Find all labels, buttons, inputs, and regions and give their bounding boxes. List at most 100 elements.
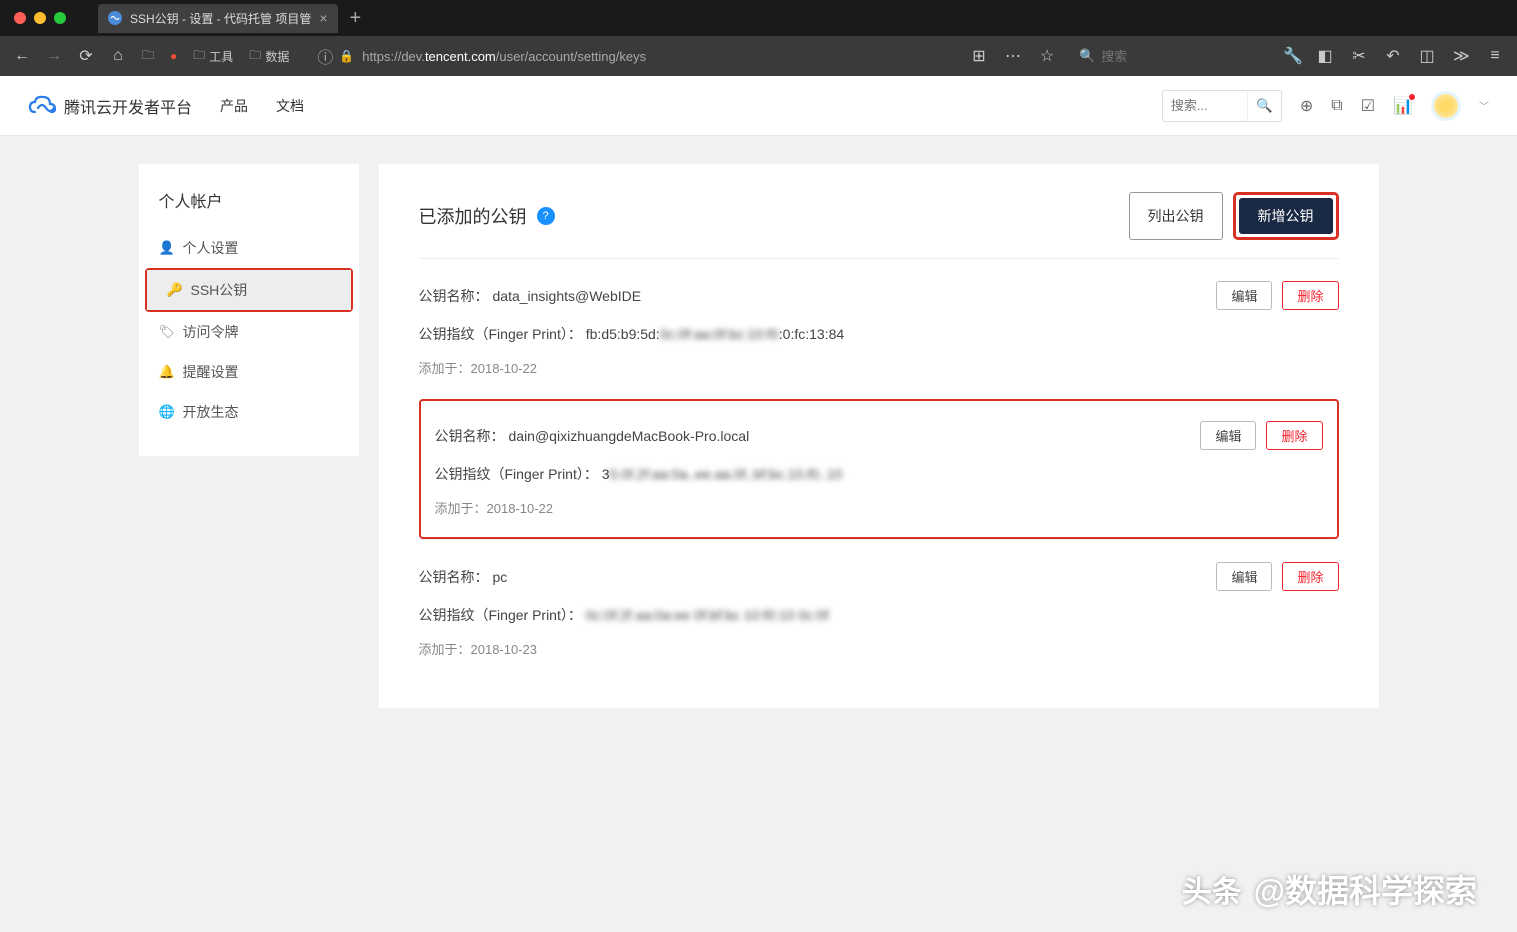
more-icon[interactable]: ⋯ <box>1001 42 1025 70</box>
page: 腾讯云开发者平台 产品 文档 🔍 ⊕ ⧉ ☑ 📊 ﹀ 个人帐户 👤 个人设置 <box>0 76 1517 932</box>
sidebar-item-label: 提醒设置 <box>183 362 239 382</box>
menu-icon[interactable]: ≡ <box>1483 43 1507 69</box>
globe-icon: 🌐 <box>159 404 173 420</box>
bookmark-data[interactable]: 🗀数据 <box>245 44 293 69</box>
chevron-down-icon[interactable]: ﹀ <box>1479 98 1489 113</box>
key-fingerprint: 公钥指纹（Finger Print）： fb:d5:b9:5d:0c:0f:aa… <box>419 324 1339 344</box>
highlight-add: 新增公钥 <box>1233 192 1339 240</box>
undo-icon[interactable]: ↶ <box>1381 42 1405 70</box>
logo-icon <box>28 94 56 118</box>
back-button[interactable]: ← <box>10 43 34 69</box>
maximize-window-button[interactable] <box>54 12 66 24</box>
sidebar-item-open[interactable]: 🌐 开放生态 <box>139 392 359 432</box>
close-tab-icon[interactable]: × <box>319 10 327 26</box>
info-icon[interactable]: ⓘ <box>317 44 333 68</box>
sidebar-item-label: SSH公钥 <box>191 280 248 300</box>
help-icon[interactable]: ? <box>537 207 555 225</box>
edit-key-button[interactable]: 编辑 <box>1216 281 1272 310</box>
browser-toolbar: ← → ⟳ ⌂ 🗀 ● 🗀工具 🗀数据 ⓘ 🔒 https://dev.tenc… <box>0 36 1517 76</box>
search-icon: 🔍 <box>1079 48 1095 64</box>
browser-search[interactable]: 🔍 <box>1069 44 1269 68</box>
key-date: 添加于：2018-10-22 <box>435 498 1323 517</box>
tag-icon: 🏷 <box>159 324 173 340</box>
sidebar-item-profile[interactable]: 👤 个人设置 <box>139 228 359 268</box>
ssh-key-item: 公钥名称：pc 编辑 删除 公钥指纹（Finger Print）： 0c:0f:… <box>419 539 1339 680</box>
cloud-icon: ● <box>170 49 177 63</box>
sidebar-item-token[interactable]: 🏷 访问令牌 <box>139 312 359 352</box>
main-header: 已添加的公钥 ? 列出公钥 新增公钥 <box>419 192 1339 258</box>
grid-icon[interactable]: ⊞ <box>967 42 991 70</box>
browser-chrome: SSH公钥 - 设置 - 代码托管 项目管 × + ← → ⟳ ⌂ 🗀 ● 🗀工… <box>0 0 1517 76</box>
key-fingerprint: 公钥指纹（Finger Print）： 0c:0f:2f aa:0a:ee 0f… <box>419 605 1339 625</box>
browser-tab[interactable]: SSH公钥 - 设置 - 代码托管 项目管 × <box>98 4 338 33</box>
edit-key-button[interactable]: 编辑 <box>1200 421 1256 450</box>
content: 个人帐户 👤 个人设置 🔑 SSH公钥 🏷 访问令牌 🔔 提醒设置 🌐 <box>0 136 1517 932</box>
copy-icon[interactable]: ⧉ <box>1331 97 1342 115</box>
nav-links: 产品 文档 <box>220 96 304 116</box>
lock-icon: 🔒 <box>339 49 354 63</box>
delete-key-button[interactable]: 删除 <box>1282 562 1338 591</box>
star-icon[interactable]: ☆ <box>1035 42 1059 70</box>
forward-button[interactable]: → <box>42 43 66 69</box>
browser-search-input[interactable] <box>1101 49 1277 64</box>
wrench-icon[interactable]: 🔧 <box>1279 42 1303 70</box>
shield-icon[interactable]: ◫ <box>1415 42 1439 70</box>
bookmark-tools[interactable]: 🗀工具 <box>189 44 237 69</box>
ssh-key-item: 公钥名称：data_insights@WebIDE 编辑 删除 公钥指纹（Fin… <box>419 258 1339 399</box>
sidebar-item-label: 访问令牌 <box>183 322 239 342</box>
sidebar-item-ssh[interactable]: 🔑 SSH公钥 <box>147 270 351 310</box>
sidebar-item-label: 个人设置 <box>183 238 239 258</box>
nav-docs[interactable]: 文档 <box>276 96 304 116</box>
nav-product[interactable]: 产品 <box>220 96 248 116</box>
main-panel: 已添加的公钥 ? 列出公钥 新增公钥 公钥名称：data_insights@We… <box>379 164 1379 708</box>
list-keys-button[interactable]: 列出公钥 <box>1129 192 1223 240</box>
key-name: 公钥名称：pc <box>419 567 508 587</box>
reload-button[interactable]: ⟳ <box>74 42 98 70</box>
avatar[interactable] <box>1431 91 1461 121</box>
watermark-text: @数据科学探索 <box>1254 866 1477 912</box>
close-window-button[interactable] <box>14 12 26 24</box>
sidebar: 个人帐户 👤 个人设置 🔑 SSH公钥 🏷 访问令牌 🔔 提醒设置 🌐 <box>139 164 359 456</box>
new-tab-button[interactable]: + <box>350 7 362 30</box>
tab-favicon <box>108 11 122 25</box>
notification-dot <box>1409 94 1415 100</box>
key-icon: 🔑 <box>167 282 181 298</box>
search-button[interactable]: 🔍 <box>1247 91 1281 121</box>
header-search[interactable]: 🔍 <box>1162 90 1282 122</box>
logo-text: 腾讯云开发者平台 <box>64 94 192 118</box>
key-name: 公钥名称：data_insights@WebIDE <box>419 286 642 306</box>
site-header: 腾讯云开发者平台 产品 文档 🔍 ⊕ ⧉ ☑ 📊 ﹀ <box>0 76 1517 136</box>
edit-key-button[interactable]: 编辑 <box>1216 562 1272 591</box>
add-icon[interactable]: ⊕ <box>1300 96 1313 116</box>
tab-bar: SSH公钥 - 设置 - 代码托管 项目管 × + <box>0 0 1517 36</box>
sidebar-icon[interactable]: ◧ <box>1313 42 1337 70</box>
chart-icon[interactable]: 📊 <box>1393 96 1413 116</box>
bell-icon: 🔔 <box>159 364 173 380</box>
sidebar-item-label: 开放生态 <box>183 402 239 422</box>
scissors-icon[interactable]: ✂ <box>1347 42 1371 70</box>
main-title: 已添加的公钥 ? <box>419 203 555 229</box>
bookmark-red[interactable]: ● <box>166 47 181 65</box>
watermark: 头条 @数据科学探索 <box>1182 866 1477 912</box>
main-actions: 列出公钥 新增公钥 <box>1129 192 1339 240</box>
overflow-icon[interactable]: ≫ <box>1449 42 1473 70</box>
checklist-icon[interactable]: ☑ <box>1361 96 1375 116</box>
minimize-window-button[interactable] <box>34 12 46 24</box>
url-bar[interactable]: ⓘ 🔒 https://dev.tencent.com/user/account… <box>309 42 939 70</box>
sidebar-title: 个人帐户 <box>139 188 359 228</box>
home-button[interactable]: ⌂ <box>106 43 130 69</box>
key-name: 公钥名称：dain@qixizhuangdeMacBook-Pro.local <box>435 426 750 446</box>
folder-icon: 🗀 <box>142 46 154 67</box>
key-date: 添加于：2018-10-22 <box>419 358 1339 377</box>
header-search-input[interactable] <box>1163 98 1247 113</box>
logo[interactable]: 腾讯云开发者平台 <box>28 94 192 118</box>
delete-key-button[interactable]: 删除 <box>1282 281 1338 310</box>
highlight-ssh: 🔑 SSH公钥 <box>145 268 353 312</box>
sidebar-item-notify[interactable]: 🔔 提醒设置 <box>139 352 359 392</box>
add-key-button[interactable]: 新增公钥 <box>1239 198 1333 234</box>
delete-key-button[interactable]: 删除 <box>1266 421 1322 450</box>
url-text: https://dev.tencent.com/user/account/set… <box>362 49 646 64</box>
folder-icon: 🗀 <box>249 46 261 67</box>
watermark-prefix: 头条 <box>1182 867 1242 911</box>
bookmark-folder[interactable]: 🗀 <box>138 44 158 69</box>
